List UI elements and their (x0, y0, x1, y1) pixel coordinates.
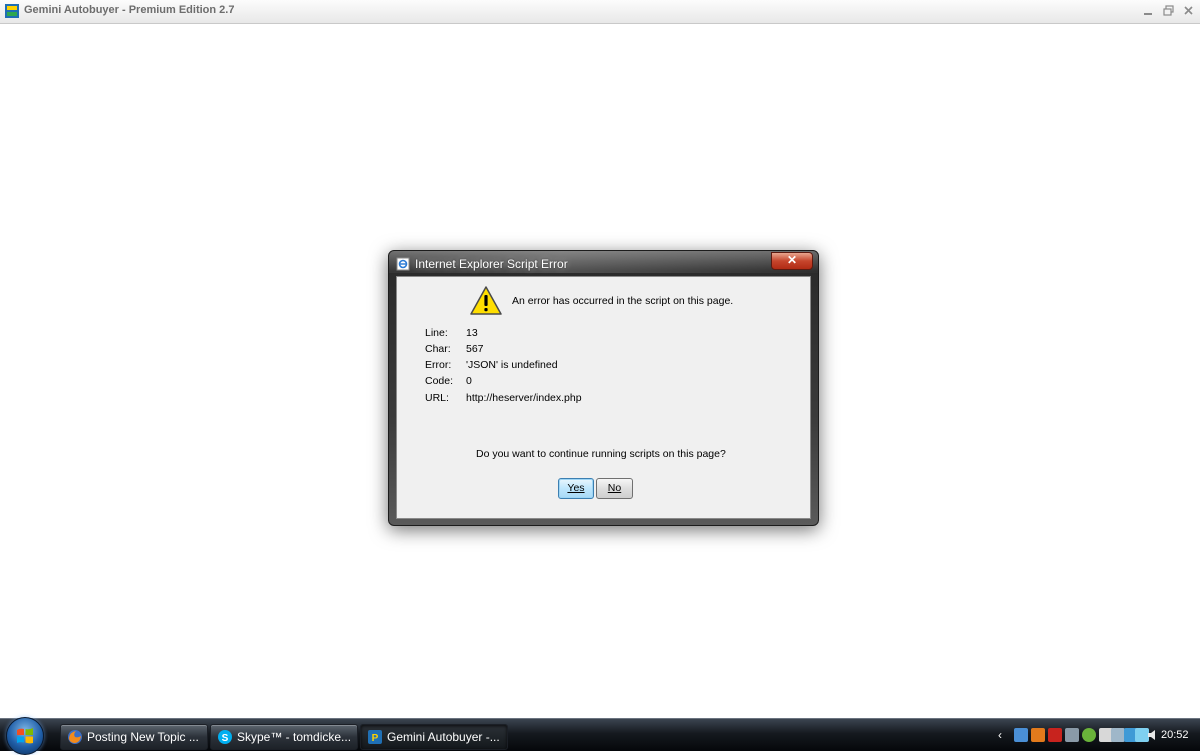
gemini-app-icon (5, 4, 19, 18)
firefox-icon (68, 730, 82, 744)
svg-text:P: P (372, 733, 379, 744)
yes-button-label: Yes (567, 482, 585, 494)
app-titlebar: Gemini Autobuyer - Premium Edition 2.7 (0, 0, 1200, 24)
taskbar-item-label: Skype™ - tomdicke... (237, 730, 352, 744)
detail-label-char: Char: (425, 343, 451, 355)
detail-label-url: URL: (425, 392, 449, 404)
network-icon[interactable] (1014, 728, 1028, 742)
signal-icon[interactable] (1111, 728, 1125, 742)
no-button-label: No (607, 482, 622, 494)
dialog-title: Internet Explorer Script Error (415, 257, 568, 271)
detail-value-char: 567 (466, 343, 484, 355)
taskbar-item-label: Posting New Topic ... (87, 730, 199, 744)
show-hidden-icons-chevron-icon[interactable]: ‹ (998, 728, 1002, 742)
continue-question: Do you want to continue running scripts … (476, 448, 726, 460)
taskbar-item-gemini[interactable]: P Gemini Autobuyer -... (360, 724, 508, 750)
warning-icon (470, 286, 502, 315)
detail-value-code: 0 (466, 375, 472, 387)
minimize-icon[interactable] (1143, 5, 1154, 16)
green-app-icon[interactable] (1082, 728, 1096, 742)
app-title: Gemini Autobuyer - Premium Edition 2.7 (24, 4, 235, 16)
error-message: An error has occurred in the script on t… (512, 295, 734, 307)
yes-button[interactable]: Yes (558, 478, 594, 499)
detail-label-code: Code: (425, 375, 454, 387)
close-icon[interactable] (1183, 5, 1194, 16)
svg-text:S: S (222, 733, 229, 744)
taskbar-item-label: Gemini Autobuyer -... (387, 730, 500, 744)
volume-icon[interactable] (1146, 728, 1160, 742)
script-error-dialog: Internet Explorer Script Error ✕ An erro… (388, 250, 819, 526)
taskbar-item-skype[interactable]: S Skype™ - tomdicke... (210, 724, 358, 750)
restore-icon[interactable] (1163, 5, 1174, 16)
ie-page-icon (396, 257, 410, 271)
windows-logo-icon (17, 728, 33, 744)
detail-label-line: Line: (425, 327, 448, 339)
no-button[interactable]: No (596, 478, 633, 499)
close-icon: ✕ (786, 253, 798, 267)
taskbar: Posting New Topic ... S Skype™ - tomdick… (0, 717, 1200, 755)
taskbar-clock[interactable]: 20:52 (1161, 729, 1189, 741)
dialog-body: An error has occurred in the script on t… (396, 276, 811, 519)
acrobat-icon[interactable] (1048, 728, 1062, 742)
gemini-app-icon: P (368, 730, 382, 744)
detail-value-url: http://heserver/index.php (466, 392, 582, 404)
taskbar-item-firefox[interactable]: Posting New Topic ... (60, 724, 208, 750)
utility-icon[interactable] (1065, 728, 1079, 742)
detail-value-line: 13 (466, 327, 478, 339)
skype-icon: S (218, 730, 232, 744)
start-button[interactable] (6, 717, 44, 755)
detail-label-error: Error: (425, 359, 452, 371)
dialog-close-button[interactable]: ✕ (771, 252, 813, 270)
detail-value-error: 'JSON' is undefined (466, 359, 558, 371)
orange-app-icon[interactable] (1031, 728, 1045, 742)
